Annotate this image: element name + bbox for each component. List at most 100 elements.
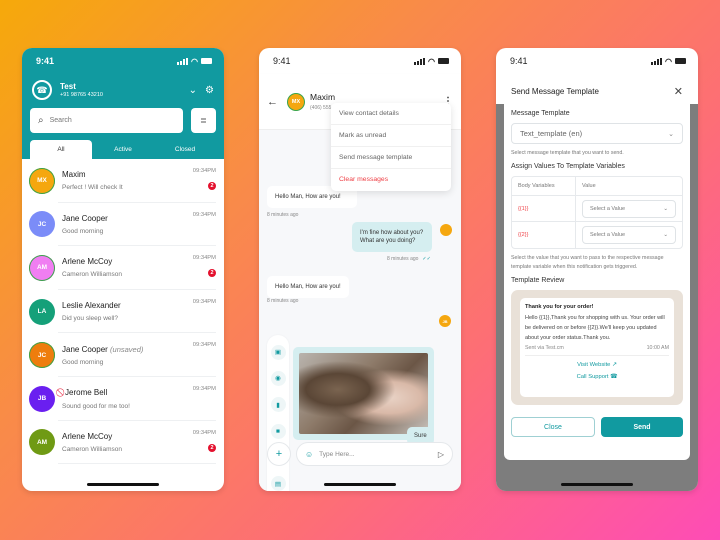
contact-name: Jane Cooper (unsaved) (62, 344, 144, 354)
close-button[interactable]: Close (511, 417, 595, 438)
variables-hint: Select the value that you want to pass t… (511, 255, 664, 270)
visit-website-link[interactable]: Visit Website ↗ (525, 362, 669, 368)
contact-avatar: MX (288, 93, 304, 110)
message-time: 09:34PM (192, 342, 216, 349)
message-time: 8 minutes ago ✓✓ (387, 256, 431, 262)
search-placeholder: Search (49, 117, 72, 124)
account-switcher[interactable]: ☎ Test +91 98765 43210 ⌄ ⚙ (22, 74, 224, 100)
send-icon[interactable]: ▷ (438, 450, 444, 459)
filter-button[interactable]: ≣ (191, 108, 216, 133)
double-check-icon: ✓✓ (422, 256, 431, 262)
last-message: Perfect ! Will check It (62, 184, 123, 192)
last-message: Good morning (62, 358, 104, 366)
call-support-link[interactable]: Call Support ☎ (525, 374, 669, 380)
send-template-modal: Send Message Template ✕ Message Template … (504, 78, 690, 460)
document-icon[interactable]: ▤ (270, 476, 286, 491)
unread-badge: 2 (208, 182, 216, 190)
battery-icon (438, 58, 449, 64)
wifi-icon: ◠ (665, 56, 672, 66)
inbox-screen: 9:41 ◠ ☎ Test +91 98765 43210 ⌄ ⚙ ⌕ Search … (22, 48, 224, 491)
template-select[interactable]: Text_template (en) ⌄ (511, 123, 683, 144)
tab-all[interactable]: All (30, 140, 92, 159)
send-button[interactable]: Send (601, 417, 683, 438)
menu-send-template[interactable]: Send message template (331, 147, 451, 169)
contact-name: Maxim (310, 92, 336, 102)
conversation-row[interactable]: JC Jane Cooper (unsaved) Good morning 09… (22, 333, 224, 377)
conversation-row[interactable]: LA Leslie Alexander Did you sleep well? … (22, 290, 224, 334)
agent-avatar (440, 224, 452, 236)
unread-badge: 2 (208, 269, 216, 278)
search-input[interactable]: ⌕ Search (30, 108, 183, 133)
chevron-down-icon: ⌄ (663, 205, 668, 212)
composer: + ☺ Type Here... ▷ (267, 442, 453, 466)
filter-icon: ≣ (200, 116, 207, 125)
contact-name: Maxim (62, 170, 86, 180)
message-time: 09:34PM (192, 298, 216, 305)
menu-mark-unread[interactable]: Mark as unread (331, 125, 451, 147)
message-placeholder: Type Here... (319, 450, 355, 458)
message-time: 09:34PM (192, 211, 216, 218)
preview-body: Hello {{1}},Thank you for shopping with … (525, 315, 665, 341)
conversation-row[interactable]: JC Jane Cooper Good morning 09:34PM (22, 203, 224, 247)
last-message: Sound good for me too! (62, 402, 130, 410)
chat-screen: 9:41 ◠ ← MX Maxim (406) 555-0120 ⋮ Hello … (259, 48, 461, 491)
emoji-icon[interactable]: ☺ (305, 450, 313, 459)
home-indicator (561, 483, 633, 486)
inbox-header: 9:41 ◠ ☎ Test +91 98765 43210 ⌄ ⚙ ⌕ Search … (22, 48, 224, 159)
message-incoming: Hello Man, How are you! (267, 276, 349, 299)
contact-name: Arlene McCoy (62, 257, 113, 267)
col-value: Value (582, 183, 596, 190)
location-icon[interactable]: ◉ (270, 370, 286, 386)
chevron-down-icon[interactable]: ⌄ (189, 85, 197, 96)
variables-title: Assign Values To Template Variables (511, 163, 625, 171)
last-message: Good morning (62, 227, 104, 235)
avatar: LA (29, 298, 55, 325)
add-attachment-button[interactable]: + (267, 442, 291, 466)
video-icon[interactable]: ■ (270, 423, 286, 439)
menu-clear-messages[interactable]: Clear messages (331, 169, 451, 191)
last-message: Cameron Williamson (62, 445, 122, 453)
battery-icon (201, 58, 212, 64)
signal-icon (651, 57, 663, 65)
template-preview: Thank you for your order! Hello {{1}},Th… (511, 290, 683, 406)
attachment-menu: ▣ ◉ ▮ ■ ▧ ▤ (267, 335, 289, 491)
value-select[interactable]: Select a Value ⌄ (582, 226, 676, 245)
contact-name: Jane Cooper (62, 213, 108, 223)
conversation-row[interactable]: JB ⃠Jerome Bell Sound good for me too! 0… (22, 377, 224, 421)
status-bar: 9:41 ◠ (259, 48, 461, 74)
conversation-list: MX Maxim Perfect ! Will check It 09:34PM… (22, 159, 224, 465)
status-time: 9:41 (36, 56, 55, 66)
camera-icon[interactable]: ▣ (270, 344, 286, 360)
avatar: JC (29, 211, 55, 238)
template-screen: 9:41 ◠ Send Message Template ✕ Message Te… (496, 48, 698, 491)
preview-footer: Sent via Test.cm (525, 345, 564, 352)
chevron-down-icon: ⌄ (663, 232, 668, 239)
message-input[interactable]: ☺ Type Here... ▷ (296, 442, 453, 466)
search-icon: ⌕ (38, 115, 44, 126)
conversation-tabs: All Active Closed (30, 140, 216, 159)
tab-closed[interactable]: Closed (154, 140, 216, 159)
phone-icon: ☎ (610, 374, 618, 381)
external-link-icon: ↗ (612, 362, 617, 369)
conversation-row[interactable]: MX Maxim Perfect ! Will check It 09:34PM… (22, 159, 224, 203)
variables-table: Body Variables Value {{1}} Select a Value ⌄… (511, 176, 683, 250)
avatar: AM (29, 429, 55, 456)
message-outgoing: I'm fine how about you? What are you doi… (352, 222, 432, 253)
sender-avatar: JB (439, 315, 451, 327)
gear-icon[interactable]: ⚙ (205, 85, 214, 96)
menu-view-contact[interactable]: View contact details (331, 103, 451, 125)
message-time: 8 minutes ago (267, 212, 299, 218)
template-label: Message Template (511, 110, 570, 117)
close-icon[interactable]: ✕ (674, 85, 683, 98)
conversation-row[interactable]: AM Arlene McCoy Cameron Williamson 09:34… (22, 246, 224, 290)
back-arrow-icon[interactable]: ← (267, 96, 278, 108)
preview-time: 10:00 AM (646, 345, 669, 352)
message-time: 09:34PM (192, 255, 216, 262)
tab-active[interactable]: Active (92, 140, 154, 159)
value-select[interactable]: Select a Value ⌄ (582, 199, 676, 218)
message-time: 09:34PM (192, 385, 216, 392)
template-hint: Select message template that you want to… (511, 150, 624, 156)
signal-icon (414, 57, 426, 65)
conversation-row[interactable]: AM Arlene McCoy Cameron Williamson 09:34… (22, 421, 224, 465)
microphone-icon[interactable]: ▮ (270, 397, 286, 413)
